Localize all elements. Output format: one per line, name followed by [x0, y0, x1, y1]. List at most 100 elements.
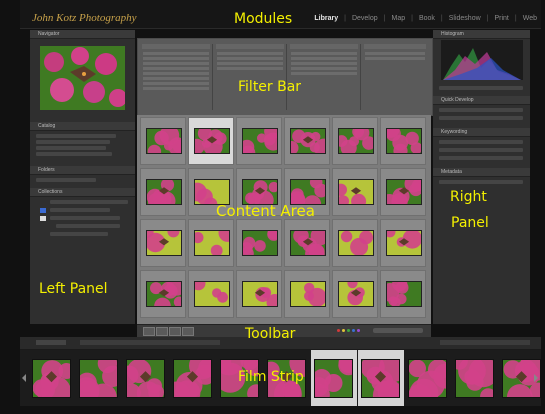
collection-row[interactable]: [50, 216, 120, 220]
thumbnail-size-slider[interactable]: [373, 328, 423, 333]
photo-thumbnail[interactable]: [242, 281, 284, 311]
histogram-header[interactable]: Histogram: [433, 30, 530, 39]
photo-thumbnail[interactable]: [335, 125, 376, 156]
grid-cell[interactable]: [380, 219, 426, 267]
panel-row[interactable]: [439, 140, 523, 144]
filmstrip-thumbnail[interactable]: [73, 353, 124, 411]
grid-cell[interactable]: [140, 270, 187, 318]
folders-header[interactable]: Folders: [30, 166, 135, 175]
filmstrip-thumbnail[interactable]: [309, 352, 360, 405]
module-develop[interactable]: Develop: [352, 15, 378, 22]
color-label-dot[interactable]: [337, 329, 340, 332]
module-print[interactable]: Print: [494, 15, 508, 22]
filmstrip-nav[interactable]: [36, 340, 66, 345]
module-library[interactable]: Library: [314, 15, 338, 22]
photo-thumbnail[interactable]: [239, 123, 283, 160]
grid-cell[interactable]: [188, 270, 234, 318]
photo-thumbnail[interactable]: [338, 278, 374, 307]
loupe-view-button[interactable]: [156, 327, 168, 336]
module-web[interactable]: Web: [523, 15, 537, 22]
grid-cell[interactable]: [188, 219, 237, 267]
color-label-dot[interactable]: [357, 329, 360, 332]
panel-row[interactable]: [439, 156, 523, 160]
grid-cell[interactable]: [236, 117, 283, 165]
photo-thumbnail[interactable]: [141, 225, 182, 256]
compare-view-button[interactable]: [169, 327, 181, 336]
grid-cell[interactable]: [284, 117, 334, 165]
grid-cell[interactable]: [332, 117, 378, 165]
photo-thumbnail[interactable]: [146, 178, 182, 211]
filter-column[interactable]: [214, 44, 287, 110]
module-book[interactable]: Book: [419, 15, 435, 22]
color-label-dot[interactable]: [347, 329, 350, 332]
catalog-row[interactable]: [36, 152, 112, 156]
filmstrip-scroll-left-icon[interactable]: [22, 374, 26, 382]
photo-thumbnail[interactable]: [284, 128, 334, 158]
filmstrip-filter[interactable]: [440, 340, 530, 345]
panel-row[interactable]: [439, 180, 523, 184]
collection-row[interactable]: [50, 208, 110, 212]
grid-view-button[interactable]: [143, 327, 155, 336]
photo-thumbnail[interactable]: [384, 226, 422, 256]
metadata-header[interactable]: Metadata: [433, 168, 530, 177]
grid-cell[interactable]: [188, 117, 234, 165]
photo-thumbnail[interactable]: [290, 226, 330, 264]
photo-thumbnail[interactable]: [290, 281, 327, 307]
keywording-header[interactable]: Keywording: [433, 128, 530, 137]
panel-row[interactable]: [439, 116, 523, 120]
color-label-dot[interactable]: [352, 329, 355, 332]
navigator-preview[interactable]: [40, 46, 125, 110]
photo-thumbnail[interactable]: [146, 125, 187, 159]
photo-thumbnail[interactable]: [240, 226, 281, 261]
grid-cell[interactable]: [332, 168, 378, 216]
catalog-row[interactable]: [36, 134, 116, 138]
photo-thumbnail[interactable]: [191, 276, 230, 307]
filmstrip-thumbnail[interactable]: [450, 352, 499, 405]
grid-cell[interactable]: [332, 219, 378, 267]
collection-row[interactable]: [50, 232, 108, 236]
photo-thumbnail[interactable]: [382, 120, 423, 158]
panel-row[interactable]: [439, 86, 523, 90]
filmstrip-thumbnail[interactable]: [119, 358, 165, 405]
catalog-row[interactable]: [36, 146, 106, 150]
grid-cell[interactable]: [380, 117, 426, 165]
survey-view-button[interactable]: [182, 327, 194, 336]
filmstrip-thumbnail[interactable]: [162, 352, 218, 409]
collection-row[interactable]: [50, 200, 128, 204]
grid-cell[interactable]: [380, 270, 426, 318]
photo-thumbnail[interactable]: [334, 179, 374, 209]
module-map[interactable]: Map: [391, 15, 405, 22]
grid-cell[interactable]: [236, 219, 282, 267]
filter-column[interactable]: [288, 44, 361, 110]
filter-column[interactable]: [362, 44, 428, 110]
filmstrip-thumbnail[interactable]: [360, 353, 408, 411]
folder-row[interactable]: [36, 178, 96, 182]
grid-cell[interactable]: [140, 168, 186, 216]
panel-row[interactable]: [439, 108, 523, 112]
grid-cell[interactable]: [140, 117, 187, 165]
photo-thumbnail[interactable]: [189, 126, 230, 157]
grid-cell[interactable]: [284, 219, 330, 267]
collections-header[interactable]: Collections: [30, 188, 135, 197]
filter-column[interactable]: [140, 44, 213, 110]
grid-cell[interactable]: [284, 270, 330, 318]
photo-thumbnail[interactable]: [380, 174, 425, 212]
navigator-header[interactable]: Navigator: [30, 30, 135, 39]
color-label-dot[interactable]: [342, 329, 345, 332]
photo-thumbnail[interactable]: [192, 223, 237, 257]
filmstrip-scroll-right-icon[interactable]: [534, 374, 538, 382]
grid-cell[interactable]: [332, 270, 378, 318]
photo-thumbnail[interactable]: [380, 276, 422, 308]
panel-row[interactable]: [439, 148, 523, 152]
grid-cell[interactable]: [236, 270, 284, 318]
filmstrip-thumbnail[interactable]: [408, 359, 459, 408]
catalog-header[interactable]: Catalog: [30, 122, 135, 131]
quick-develop-header[interactable]: Quick Develop: [433, 96, 530, 105]
catalog-row[interactable]: [36, 140, 110, 144]
module-slideshow[interactable]: Slideshow: [449, 15, 481, 22]
collection-row[interactable]: [56, 224, 120, 228]
filmstrip-thumbnail[interactable]: [32, 359, 75, 407]
photo-thumbnail[interactable]: [338, 230, 374, 256]
grid-cell[interactable]: [380, 168, 426, 216]
photo-thumbnail[interactable]: [146, 275, 187, 315]
